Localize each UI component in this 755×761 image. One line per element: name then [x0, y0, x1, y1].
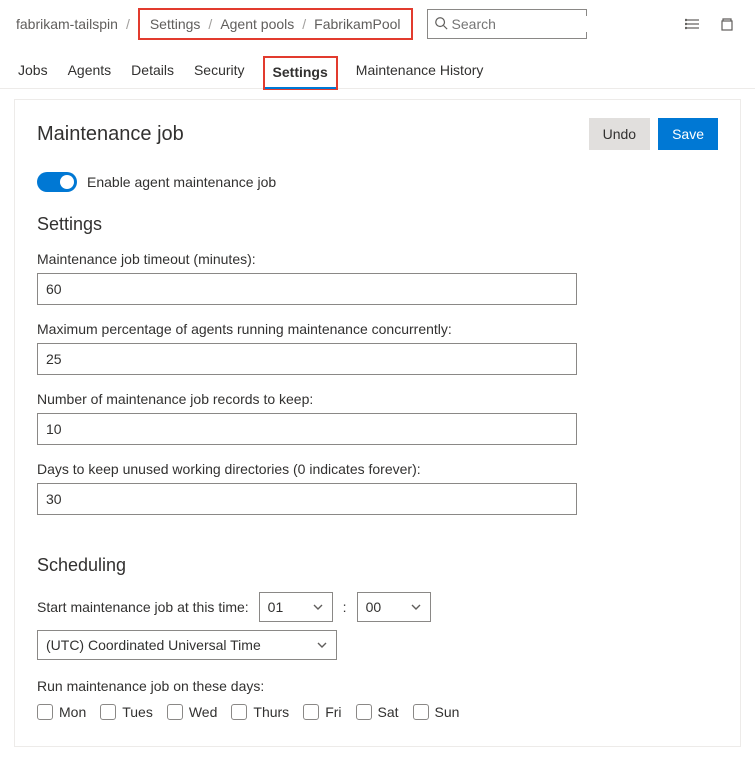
search-box[interactable]	[427, 9, 587, 39]
page-title: Maintenance job	[37, 123, 184, 146]
timezone-select[interactable]: (UTC) Coordinated Universal Time	[37, 630, 337, 660]
schedule-start-label: Start maintenance job at this time:	[37, 599, 249, 615]
breadcrumb: fabrikam-tailspin / Settings / Agent poo…	[16, 8, 413, 40]
breadcrumb-sep: /	[206, 16, 214, 32]
day-label: Fri	[325, 704, 341, 720]
hour-select[interactable]: 01	[259, 592, 333, 622]
tab-maintenance-history[interactable]: Maintenance History	[354, 54, 486, 88]
schedule-days-label: Run maintenance job on these days:	[37, 678, 718, 694]
minute-select[interactable]: 00	[357, 592, 431, 622]
timeout-input[interactable]	[37, 273, 577, 305]
records-input[interactable]	[37, 413, 577, 445]
day-label: Tues	[122, 704, 153, 720]
day-label: Wed	[189, 704, 218, 720]
breadcrumb-org[interactable]: fabrikam-tailspin	[16, 16, 118, 32]
breadcrumb-item-agent-pools[interactable]: Agent pools	[220, 16, 294, 32]
checkbox-icon	[413, 704, 429, 720]
enable-maintenance-row: Enable agent maintenance job	[37, 172, 718, 192]
settings-heading: Settings	[37, 214, 718, 235]
time-separator: :	[341, 599, 349, 615]
breadcrumb-sep: /	[300, 16, 308, 32]
tab-agents[interactable]: Agents	[66, 54, 114, 88]
search-icon	[434, 16, 448, 33]
save-button[interactable]: Save	[658, 118, 718, 150]
day-label: Thurs	[253, 704, 289, 720]
tab-details[interactable]: Details	[129, 54, 176, 88]
checkbox-icon	[231, 704, 247, 720]
chevron-down-icon	[410, 601, 422, 613]
day-thurs[interactable]: Thurs	[231, 704, 289, 720]
checkbox-icon	[356, 704, 372, 720]
enable-maintenance-toggle[interactable]	[37, 172, 77, 192]
timezone-value: (UTC) Coordinated Universal Time	[46, 637, 261, 653]
day-sat[interactable]: Sat	[356, 704, 399, 720]
breadcrumb-highlight: Settings / Agent pools / FabrikamPool	[138, 8, 413, 40]
day-label: Mon	[59, 704, 86, 720]
checkbox-icon	[303, 704, 319, 720]
timeout-label: Maintenance job timeout (minutes):	[37, 251, 718, 267]
records-field: Number of maintenance job records to kee…	[37, 391, 718, 445]
schedule-days-row: Mon Tues Wed Thurs Fri Sat Sun	[37, 704, 718, 720]
breadcrumb-sep: /	[124, 16, 132, 32]
records-label: Number of maintenance job records to kee…	[37, 391, 718, 407]
breadcrumb-item-fabrikampool[interactable]: FabrikamPool	[314, 16, 400, 32]
tab-jobs[interactable]: Jobs	[16, 54, 50, 88]
day-mon[interactable]: Mon	[37, 704, 86, 720]
chevron-down-icon	[316, 639, 328, 651]
minute-value: 00	[366, 599, 382, 615]
actions: Undo Save	[589, 118, 718, 150]
day-label: Sun	[435, 704, 460, 720]
content-header: Maintenance job Undo Save	[37, 118, 718, 150]
list-view-icon[interactable]	[681, 12, 705, 36]
maxpct-field: Maximum percentage of agents running mai…	[37, 321, 718, 375]
dayskeep-field: Days to keep unused working directories …	[37, 461, 718, 515]
maxpct-label: Maximum percentage of agents running mai…	[37, 321, 718, 337]
search-input[interactable]	[452, 16, 633, 32]
day-label: Sat	[378, 704, 399, 720]
scheduling-heading: Scheduling	[37, 555, 718, 576]
tab-settings[interactable]: Settings	[263, 56, 338, 90]
tabs: Jobs Agents Details Security Settings Ma…	[0, 50, 755, 89]
checkbox-icon	[100, 704, 116, 720]
checkbox-icon	[37, 704, 53, 720]
checkbox-icon	[167, 704, 183, 720]
chevron-down-icon	[312, 601, 324, 613]
hour-value: 01	[268, 599, 284, 615]
dayskeep-input[interactable]	[37, 483, 577, 515]
market-icon[interactable]	[715, 12, 739, 36]
day-wed[interactable]: Wed	[167, 704, 218, 720]
timeout-field: Maintenance job timeout (minutes):	[37, 251, 718, 305]
content-panel: Maintenance job Undo Save Enable agent m…	[14, 99, 741, 747]
day-fri[interactable]: Fri	[303, 704, 341, 720]
tab-security[interactable]: Security	[192, 54, 247, 88]
maxpct-input[interactable]	[37, 343, 577, 375]
day-tues[interactable]: Tues	[100, 704, 153, 720]
schedule-time-row: Start maintenance job at this time: 01 :…	[37, 592, 718, 660]
enable-maintenance-label: Enable agent maintenance job	[87, 174, 276, 190]
top-bar: fabrikam-tailspin / Settings / Agent poo…	[0, 0, 755, 50]
breadcrumb-item-settings[interactable]: Settings	[150, 16, 201, 32]
dayskeep-label: Days to keep unused working directories …	[37, 461, 718, 477]
undo-button[interactable]: Undo	[589, 118, 650, 150]
day-sun[interactable]: Sun	[413, 704, 460, 720]
